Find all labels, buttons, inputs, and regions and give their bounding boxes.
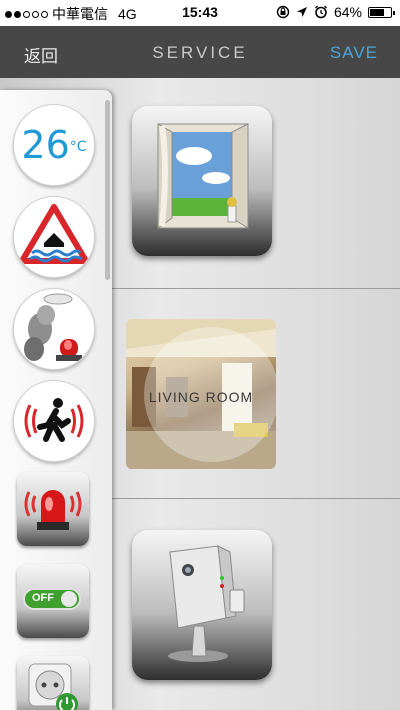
alarm-clock-icon <box>315 5 327 19</box>
save-button[interactable]: SAVE <box>330 43 378 63</box>
window-icon <box>157 123 249 229</box>
power-outlet-icon <box>28 663 78 710</box>
rotation-lock-icon <box>276 5 290 19</box>
sidebar-item-flood[interactable] <box>13 196 95 278</box>
motion-sensor-icon <box>24 398 84 442</box>
battery-percent: 64% <box>333 4 362 20</box>
sidebar-item-siren[interactable] <box>17 472 89 546</box>
smoke-alarm-icon <box>24 293 82 361</box>
divider <box>112 498 400 499</box>
thermometer-icon: 26°C <box>14 123 94 167</box>
device-sidebar: 26°C OFF <box>0 90 112 710</box>
location-arrow-icon <box>296 7 307 17</box>
toggle-knob <box>61 591 77 607</box>
temperature-value: 26 <box>21 123 70 167</box>
sidebar-item-switch[interactable]: OFF <box>17 564 89 638</box>
camera-tile[interactable] <box>132 530 272 680</box>
sidebar-item-temperature[interactable]: 26°C <box>13 104 95 186</box>
sidebar-item-motion[interactable] <box>13 380 95 462</box>
nav-bar: 返回 SERVICE SAVE <box>0 26 400 78</box>
room-label: LIVING ROOM <box>148 389 254 405</box>
status-right: 64% <box>276 4 395 20</box>
window-sensor-tile[interactable] <box>132 106 272 256</box>
status-bar: 中華電信 4G 15:43 64% <box>0 0 400 26</box>
sidebar-scrollbar[interactable] <box>105 100 110 280</box>
ip-camera-icon <box>168 545 245 662</box>
flood-warning-icon <box>19 204 89 264</box>
sidebar-item-smoke[interactable] <box>13 288 95 370</box>
back-button[interactable]: 返回 <box>24 42 58 67</box>
siren-icon <box>24 490 82 530</box>
switch-icon: OFF <box>23 588 81 610</box>
toggle-label: OFF <box>32 592 54 604</box>
living-room-tile[interactable]: LIVING ROOM <box>126 319 276 469</box>
temperature-unit: °C <box>69 139 87 155</box>
battery-icon <box>368 6 395 18</box>
divider <box>112 288 400 289</box>
sidebar-item-outlet[interactable] <box>17 656 89 710</box>
